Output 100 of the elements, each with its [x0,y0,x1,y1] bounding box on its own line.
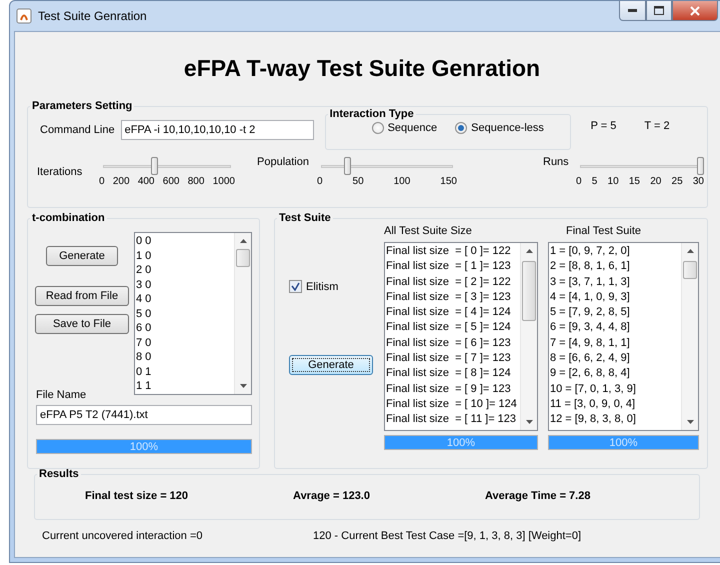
list-item[interactable]: 0 0 [135,234,234,248]
list-item[interactable]: Final list size = [ 10 ]= 124 [385,396,520,412]
list-item[interactable]: 3 0 [135,278,234,292]
scrollbar[interactable] [681,243,698,430]
tick-label: 0 [99,176,105,187]
list-item[interactable]: 8 0 [135,350,234,364]
slider-label: Population [257,156,310,168]
tick-label: 30 [692,176,704,187]
slider[interactable] [321,156,453,176]
app-icon [16,8,32,24]
progress-label: 100% [609,436,638,448]
group-title: t-combination [31,212,106,224]
list-header: Final Test Suite [566,224,642,238]
slider-thumb[interactable] [344,157,352,175]
window-title: Test Suite Genration [38,9,147,23]
list-item[interactable]: 6 = [9, 3, 4, 4, 8] [549,320,681,336]
list-item[interactable]: 4 = [4, 1, 0, 9, 3] [549,290,681,306]
scroll-up-icon[interactable] [240,239,247,243]
list-item[interactable]: Final list size = [ 6 ]= 123 [385,336,520,352]
close-button[interactable] [672,1,718,21]
scroll-thumb[interactable] [522,261,536,321]
elitism-checkbox[interactable]: Elitism [289,280,384,293]
list-item[interactable]: Final list size = [ 9 ]= 123 [385,382,520,397]
command-line-field[interactable]: eFPA -i 10,10,10,10,10 -t 2 [120,120,314,140]
tick-label: 0 [317,176,323,187]
list-item[interactable]: 5 = [7, 9, 2, 8, 5] [549,305,681,320]
scroll-down-icon[interactable] [240,384,247,388]
tick-label: 50 [352,176,364,187]
scroll-down-icon[interactable] [526,420,533,424]
scroll-thumb[interactable] [236,249,250,267]
list-item[interactable]: 1 = [0, 9, 7, 2, 0] [549,244,681,260]
radio-label[interactable]: Sequence-less [471,122,544,134]
progress-label: 100% [130,440,158,452]
tick-label: 5 [592,176,598,187]
list-item[interactable]: 1 0 [135,248,234,263]
list-item[interactable]: 7 = [4, 9, 8, 1, 1] [549,336,681,352]
list-item[interactable]: 3 = [3, 7, 1, 1, 3] [549,274,681,290]
list-item[interactable]: 4 0 [135,292,234,306]
file-name-field[interactable]: eFPA P5 T2 (7441).txt [36,405,252,425]
maximize-icon [654,6,664,15]
scrollbar[interactable] [520,243,537,430]
result-value: Avrage = 123.0 [293,490,370,502]
list-item[interactable]: 10 = [7, 0, 1, 3, 9] [549,382,681,397]
scroll-up-icon[interactable] [526,249,533,253]
action-button[interactable]: Generate [46,246,118,266]
slider-label: Runs [543,156,570,168]
list-item[interactable]: 6 0 [135,321,234,336]
list-item[interactable]: 12 = [9, 8, 3, 8, 0] [549,412,681,428]
group-title: Test Suite [278,212,332,224]
checkbox[interactable] [289,280,302,293]
generate-button[interactable]: Generate [289,355,373,375]
group-title: Interaction Type [328,108,415,120]
list-item[interactable]: Final list size = [ 7 ]= 123 [385,351,520,366]
list-item[interactable]: Final list size = [ 5 ]= 124 [385,320,520,336]
t-value: T = 2 [644,120,670,132]
scroll-thumb[interactable] [683,261,697,279]
result-value: Final test size = 120 [85,490,188,502]
tick-label: 25 [672,176,683,187]
maximize-button[interactable] [646,1,672,21]
tick-label: 400 [138,176,154,187]
action-button[interactable]: Save to File [35,314,129,334]
file-name-label: File Name [36,389,88,401]
list-item[interactable]: Final list size = [ 11 ]= 123 [385,412,520,428]
slider-thumb[interactable] [151,157,158,175]
radio-label[interactable]: Sequence [388,122,438,134]
action-button[interactable]: Read from File [35,286,129,306]
tick-label: 1000 [212,176,235,187]
command-line-label: Command Line [40,124,115,136]
list-item[interactable]: 11 = [3, 0, 9, 0, 4] [549,396,681,412]
tick-label: 200 [112,176,130,187]
list-item[interactable]: Final list size = [ 8 ]= 124 [385,366,520,382]
list-item[interactable]: 2 = [8, 8, 1, 6, 1] [549,259,681,275]
slider[interactable] [103,156,231,176]
progress-label: 100% [446,436,476,448]
status-text: Current uncovered interaction =0 [42,530,204,542]
minimize-button[interactable] [619,1,646,21]
list-item[interactable]: Final list size = [ 4 ]= 124 [385,305,520,320]
list-item[interactable]: Final list size = [ 0 ]= 122 [385,244,520,260]
result-value: Average Time = 7.28 [484,490,590,502]
list-item[interactable]: 1 1 [135,379,234,394]
scroll-up-icon[interactable] [687,249,694,253]
list-header: All Test Suite Size [384,224,473,238]
status-text: 120 - Current Best Test Case =[9, 1, 3, 8, 3] [Weight=0] [313,530,582,542]
list-item[interactable]: Final list size = [ 2 ]= 122 [385,274,520,290]
list-item[interactable]: 2 0 [135,263,234,278]
app-heading: eFPA T-way Test Suite Genration [182,54,542,83]
scrollbar[interactable] [234,233,251,394]
list-item[interactable]: 0 1 [135,364,234,379]
slider-thumb[interactable] [697,157,704,175]
radio-button[interactable] [372,122,384,134]
tick-label: 15 [628,176,640,187]
list-item[interactable]: 5 0 [135,306,234,321]
list-item[interactable]: 9 = [2, 6, 8, 8, 4] [549,366,681,382]
list-item[interactable]: 7 0 [135,336,234,350]
slider-label: Iterations [37,166,84,178]
list-item[interactable]: 8 = [6, 6, 2, 4, 9] [549,351,681,366]
list-item[interactable]: Final list size = [ 3 ]= 123 [385,290,520,306]
radio-button[interactable] [455,122,468,134]
scroll-down-icon[interactable] [687,420,694,424]
list-item[interactable]: Final list size = [ 1 ]= 123 [385,259,520,275]
